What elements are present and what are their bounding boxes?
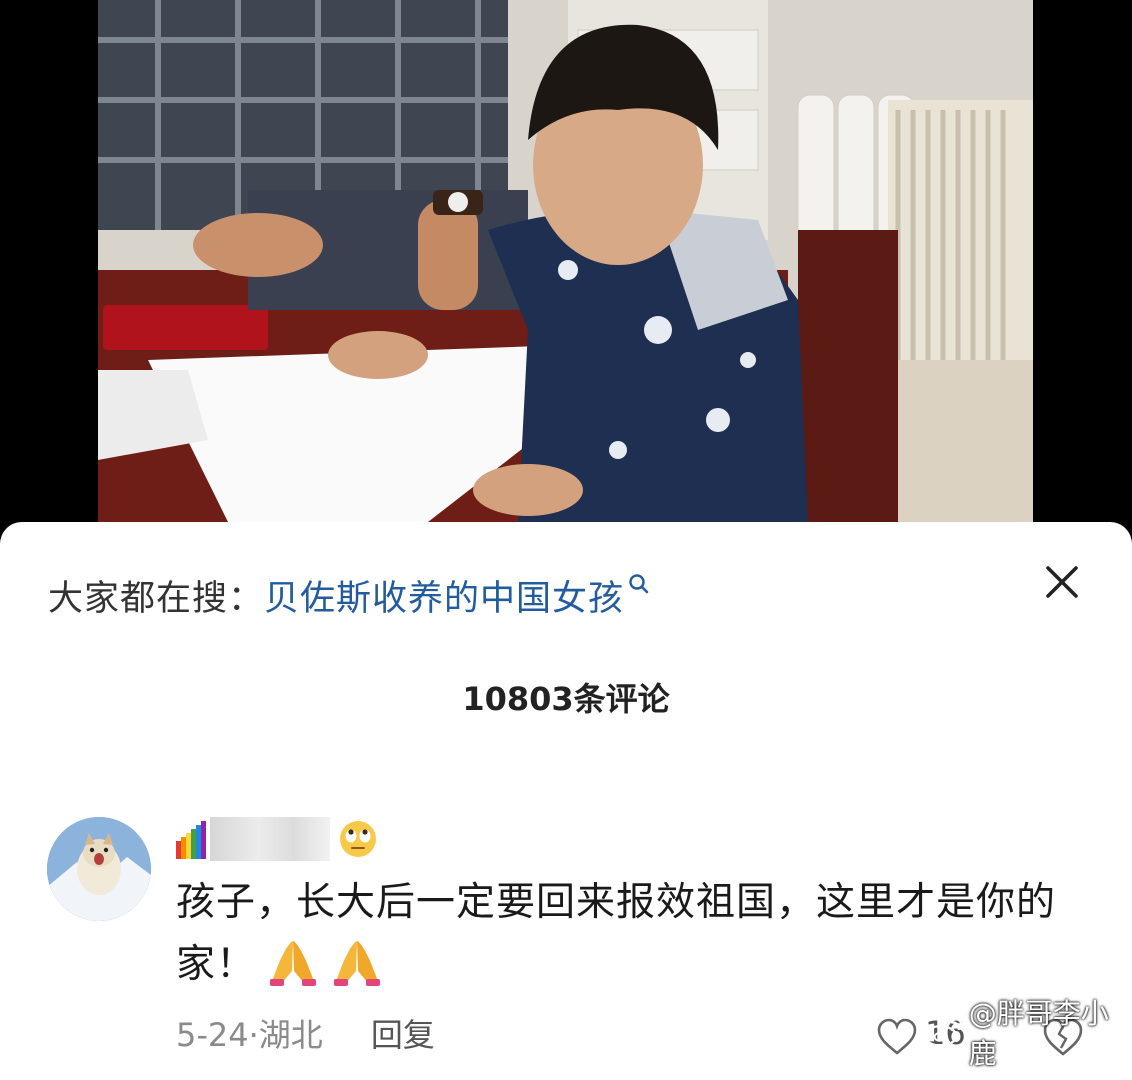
close-icon[interactable] bbox=[1040, 560, 1084, 604]
comments-sheet: 大家都在搜： 贝佐斯收养的中国女孩 10803条评论 孩子，长大后一定要回来报效… bbox=[0, 522, 1132, 1080]
video-still-image bbox=[98, 0, 1033, 522]
avatar[interactable] bbox=[47, 817, 151, 921]
reply-button[interactable]: 回复 bbox=[371, 1010, 435, 1056]
comment-count-title: 10803条评论 bbox=[462, 680, 670, 718]
comment-body: 孩子，长大后一定要回来报效祖国，这里才是你的家！ bbox=[176, 872, 1076, 996]
pray-emoji bbox=[334, 941, 381, 986]
comment-meta-row: 5-24·湖北 回复 bbox=[176, 1010, 435, 1056]
video-frame[interactable] bbox=[98, 0, 1033, 522]
trending-search-bar[interactable]: 大家都在搜： 贝佐斯收养的中国女孩 bbox=[48, 570, 652, 620]
search-icon bbox=[629, 574, 649, 594]
like-icon[interactable] bbox=[876, 1018, 918, 1056]
pray-emoji bbox=[270, 941, 317, 986]
rainbow-icon bbox=[176, 821, 206, 859]
video-area[interactable] bbox=[0, 0, 1132, 540]
watermark: @胖哥李小鹿 bbox=[922, 997, 1132, 1070]
avatar-image bbox=[47, 817, 151, 921]
username-row[interactable] bbox=[176, 816, 378, 862]
watermark-text: @胖哥李小鹿 bbox=[968, 997, 1109, 1070]
rolling-eyes-emoji bbox=[340, 821, 376, 857]
trending-search-link[interactable]: 贝佐斯收养的中国女孩 bbox=[264, 570, 624, 621]
search-prefix-label: 大家都在搜： bbox=[48, 578, 265, 619]
username-redacted bbox=[210, 817, 330, 861]
weibo-logo bbox=[923, 1017, 964, 1047]
comment-date-location: 5-24·湖北 bbox=[176, 1016, 323, 1054]
